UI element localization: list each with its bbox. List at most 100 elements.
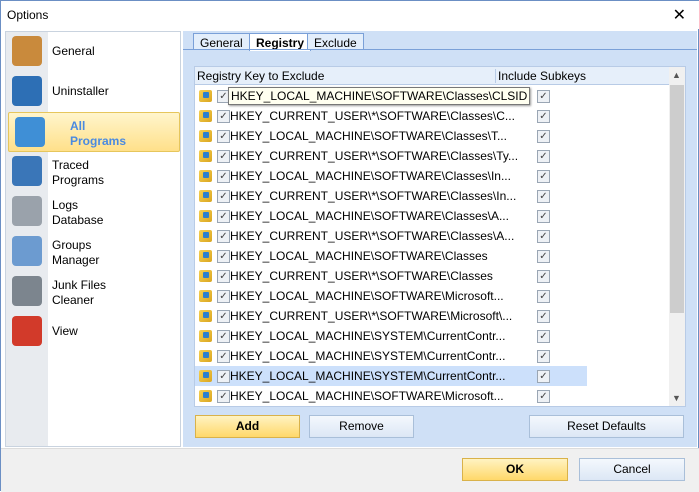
tab-general[interactable]: General	[193, 33, 250, 50]
exclude-checkbox[interactable]: ✓	[217, 310, 230, 323]
include-subkeys-checkbox[interactable]: ✓	[537, 310, 550, 323]
exclude-checkbox[interactable]: ✓	[217, 170, 230, 183]
include-subkeys-checkbox[interactable]: ✓	[537, 390, 550, 403]
exclude-checkbox[interactable]: ✓	[217, 290, 230, 303]
add-button[interactable]: Add	[195, 415, 300, 438]
equalizer-icon	[12, 316, 42, 346]
table-row[interactable]: ✓ HKEY_CURRENT_USER\*\SOFTWARE\Classes\In…	[195, 186, 587, 206]
registry-folder-icon	[199, 250, 212, 262]
ok-button[interactable]: OK	[462, 458, 568, 481]
sidebar-item-3[interactable]: Traced Programs	[6, 152, 180, 192]
registry-folder-icon	[199, 330, 212, 342]
sidebar-item-2[interactable]: All Programs	[8, 112, 180, 152]
cancel-button[interactable]: Cancel	[579, 458, 685, 481]
registry-folder-icon	[199, 350, 212, 362]
table-row[interactable]: ✓ HKEY_LOCAL_MACHINE\SYSTEM\CurrentContr.…	[195, 346, 587, 366]
exclude-checkbox[interactable]: ✓	[217, 190, 230, 203]
registry-folder-icon	[199, 370, 212, 382]
sidebar-item-label: Logs Database	[52, 198, 104, 227]
include-subkeys-checkbox[interactable]: ✓	[537, 190, 550, 203]
table-row[interactable]: ✓ HKEY_LOCAL_MACHINE\SOFTWARE\Classes\A..…	[195, 206, 587, 226]
include-subkeys-checkbox[interactable]: ✓	[537, 330, 550, 343]
include-subkeys-checkbox[interactable]: ✓	[537, 270, 550, 283]
list-header: Registry Key to Exclude Include Subkeys	[195, 67, 671, 85]
registry-folder-icon	[199, 290, 212, 302]
column-header-subkeys[interactable]: Include Subkeys	[495, 69, 586, 83]
include-subkeys-checkbox[interactable]: ✓	[537, 230, 550, 243]
include-subkeys-checkbox[interactable]: ✓	[537, 90, 550, 103]
groups-icon	[12, 236, 42, 266]
include-subkeys-checkbox[interactable]: ✓	[537, 150, 550, 163]
sidebar-item-7[interactable]: View	[6, 312, 180, 352]
table-row[interactable]: ✓ HKEY_LOCAL_MACHINE\SOFTWARE\Classes\CLS…	[195, 86, 587, 106]
exclude-checkbox[interactable]: ✓	[217, 230, 230, 243]
user-box-icon	[12, 156, 42, 186]
programs-box-icon	[15, 117, 45, 147]
exclude-checkbox[interactable]: ✓	[217, 350, 230, 363]
table-row[interactable]: ✓ HKEY_CURRENT_USER\*\SOFTWARE\Classes\A.…	[195, 226, 587, 246]
exclude-checkbox[interactable]: ✓	[217, 130, 230, 143]
include-subkeys-checkbox[interactable]: ✓	[537, 130, 550, 143]
sidebar-item-label: Groups Manager	[52, 238, 100, 267]
reset-defaults-button[interactable]: Reset Defaults	[529, 415, 684, 438]
sidebar-item-label: View	[52, 324, 78, 338]
table-row[interactable]: ✓ HKEY_LOCAL_MACHINE\SOFTWARE\Classes\T..…	[195, 126, 587, 146]
table-row[interactable]: ✓ HKEY_CURRENT_USER\*\SOFTWARE\Microsoft\…	[195, 306, 587, 326]
vertical-scrollbar[interactable]: ▲ ▼	[669, 67, 685, 406]
registry-folder-icon	[199, 90, 212, 102]
table-row[interactable]: ✓ HKEY_LOCAL_MACHINE\SOFTWARE\Microsoft..…	[195, 386, 587, 406]
registry-key: HKEY_LOCAL_MACHINE\SOFTWARE\Microsoft...	[230, 289, 504, 303]
include-subkeys-checkbox[interactable]: ✓	[537, 290, 550, 303]
remove-button[interactable]: Remove	[309, 415, 414, 438]
close-icon[interactable]: ✕	[673, 5, 686, 25]
registry-key: HKEY_CURRENT_USER\*\SOFTWARE\Classes\C..…	[230, 109, 515, 123]
registry-key: HKEY_LOCAL_MACHINE\SOFTWARE\Classes\CLSI…	[228, 87, 531, 105]
scroll-down-icon[interactable]: ▼	[672, 393, 681, 403]
exclude-checkbox[interactable]: ✓	[217, 390, 230, 403]
include-subkeys-checkbox[interactable]: ✓	[537, 210, 550, 223]
registry-key: HKEY_LOCAL_MACHINE\SOFTWARE\Classes\T...	[230, 129, 507, 143]
tab-exclude[interactable]: Exclude	[307, 33, 364, 50]
registry-exclude-list[interactable]: Registry Key to Exclude Include Subkeys …	[194, 66, 686, 407]
include-subkeys-checkbox[interactable]: ✓	[537, 110, 550, 123]
exclude-checkbox[interactable]: ✓	[217, 270, 230, 283]
include-subkeys-checkbox[interactable]: ✓	[537, 370, 550, 383]
include-subkeys-checkbox[interactable]: ✓	[537, 250, 550, 263]
registry-key: HKEY_CURRENT_USER\*\SOFTWARE\Classes	[230, 269, 493, 283]
registry-folder-icon	[199, 390, 212, 402]
table-row[interactable]: ✓ HKEY_CURRENT_USER\*\SOFTWARE\Classes ✓	[195, 266, 587, 286]
exclude-checkbox[interactable]: ✓	[217, 250, 230, 263]
exclude-checkbox[interactable]: ✓	[217, 370, 230, 383]
sidebar-item-6[interactable]: Junk Files Cleaner	[6, 272, 180, 312]
table-row[interactable]: ✓ HKEY_LOCAL_MACHINE\SOFTWARE\Classes ✓	[195, 246, 587, 266]
registry-key: HKEY_LOCAL_MACHINE\SOFTWARE\Classes	[230, 249, 488, 263]
registry-folder-icon	[199, 150, 212, 162]
include-subkeys-checkbox[interactable]: ✓	[537, 350, 550, 363]
registry-key: HKEY_LOCAL_MACHINE\SYSTEM\CurrentContr..…	[230, 329, 506, 343]
table-row[interactable]: ✓ HKEY_LOCAL_MACHINE\SYSTEM\CurrentContr.…	[195, 326, 587, 346]
registry-folder-icon	[199, 270, 212, 282]
registry-key: HKEY_CURRENT_USER\*\SOFTWARE\Classes\A..…	[230, 229, 515, 243]
scroll-up-icon[interactable]: ▲	[672, 70, 681, 80]
scrollbar-thumb[interactable]	[670, 85, 684, 313]
sidebar-item-label: General	[52, 44, 95, 58]
table-row[interactable]: ✓ HKEY_CURRENT_USER\*\SOFTWARE\Classes\Ty…	[195, 146, 587, 166]
table-row[interactable]: ✓ HKEY_LOCAL_MACHINE\SOFTWARE\Microsoft..…	[195, 286, 587, 306]
registry-key: HKEY_LOCAL_MACHINE\SYSTEM\CurrentContr..…	[230, 369, 506, 383]
column-header-key[interactable]: Registry Key to Exclude	[197, 69, 324, 83]
sidebar-item-label: All Programs	[70, 119, 127, 148]
sidebar-item-5[interactable]: Groups Manager	[6, 232, 180, 272]
exclude-checkbox[interactable]: ✓	[217, 330, 230, 343]
exclude-checkbox[interactable]: ✓	[217, 110, 230, 123]
uninstaller-r-icon	[12, 76, 42, 106]
table-row[interactable]: ✓ HKEY_LOCAL_MACHINE\SOFTWARE\Classes\In.…	[195, 166, 587, 186]
include-subkeys-checkbox[interactable]: ✓	[537, 170, 550, 183]
exclude-checkbox[interactable]: ✓	[217, 210, 230, 223]
registry-key: HKEY_LOCAL_MACHINE\SOFTWARE\Microsoft...	[230, 389, 504, 403]
sidebar-item-4[interactable]: Logs Database	[6, 192, 180, 232]
sidebar-item-0[interactable]: General	[6, 32, 180, 72]
exclude-checkbox[interactable]: ✓	[217, 150, 230, 163]
table-row[interactable]: ✓ HKEY_LOCAL_MACHINE\SYSTEM\CurrentContr.…	[195, 366, 587, 386]
table-row[interactable]: ✓ HKEY_CURRENT_USER\*\SOFTWARE\Classes\C.…	[195, 106, 587, 126]
sidebar-item-1[interactable]: Uninstaller	[6, 72, 180, 112]
